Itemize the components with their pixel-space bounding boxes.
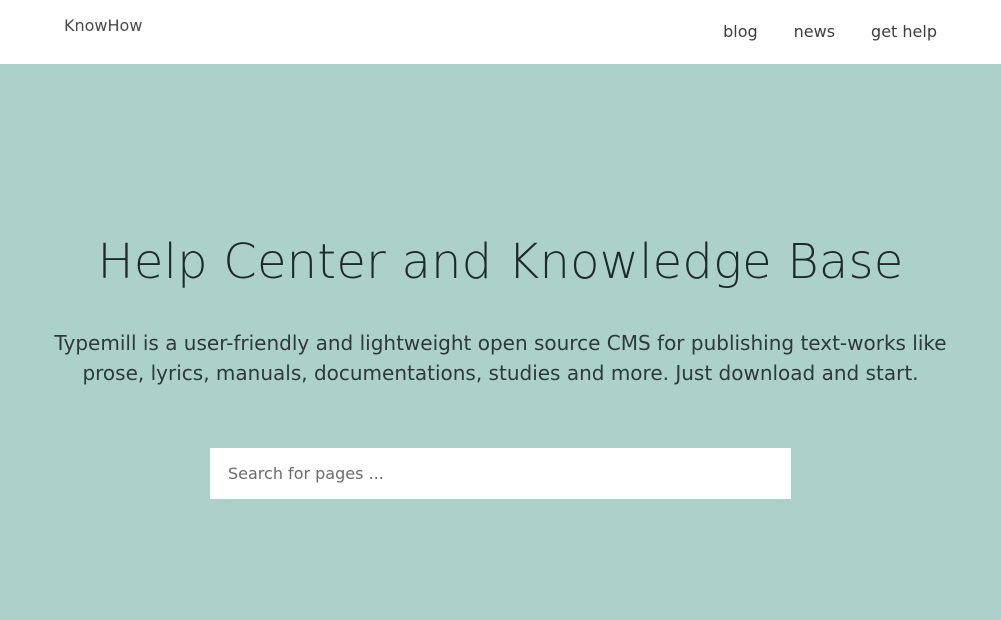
- hero-title: Help Center and Knowledge Base: [97, 234, 904, 290]
- main-nav: blog news get help: [723, 22, 937, 41]
- hero-subtitle: Typemill is a user-friendly and lightwei…: [54, 331, 947, 385]
- search-box: [210, 447, 791, 500]
- search-input[interactable]: [226, 447, 791, 500]
- nav-link-blog[interactable]: blog: [723, 22, 758, 41]
- nav-link-news[interactable]: news: [794, 22, 835, 41]
- hero-section: Help Center and Knowledge Base Typemill …: [0, 64, 1001, 620]
- nav-link-get-help[interactable]: get help: [871, 22, 937, 41]
- brand-link[interactable]: KnowHow: [64, 16, 142, 35]
- top-navbar: KnowHow blog news get help: [0, 0, 1001, 64]
